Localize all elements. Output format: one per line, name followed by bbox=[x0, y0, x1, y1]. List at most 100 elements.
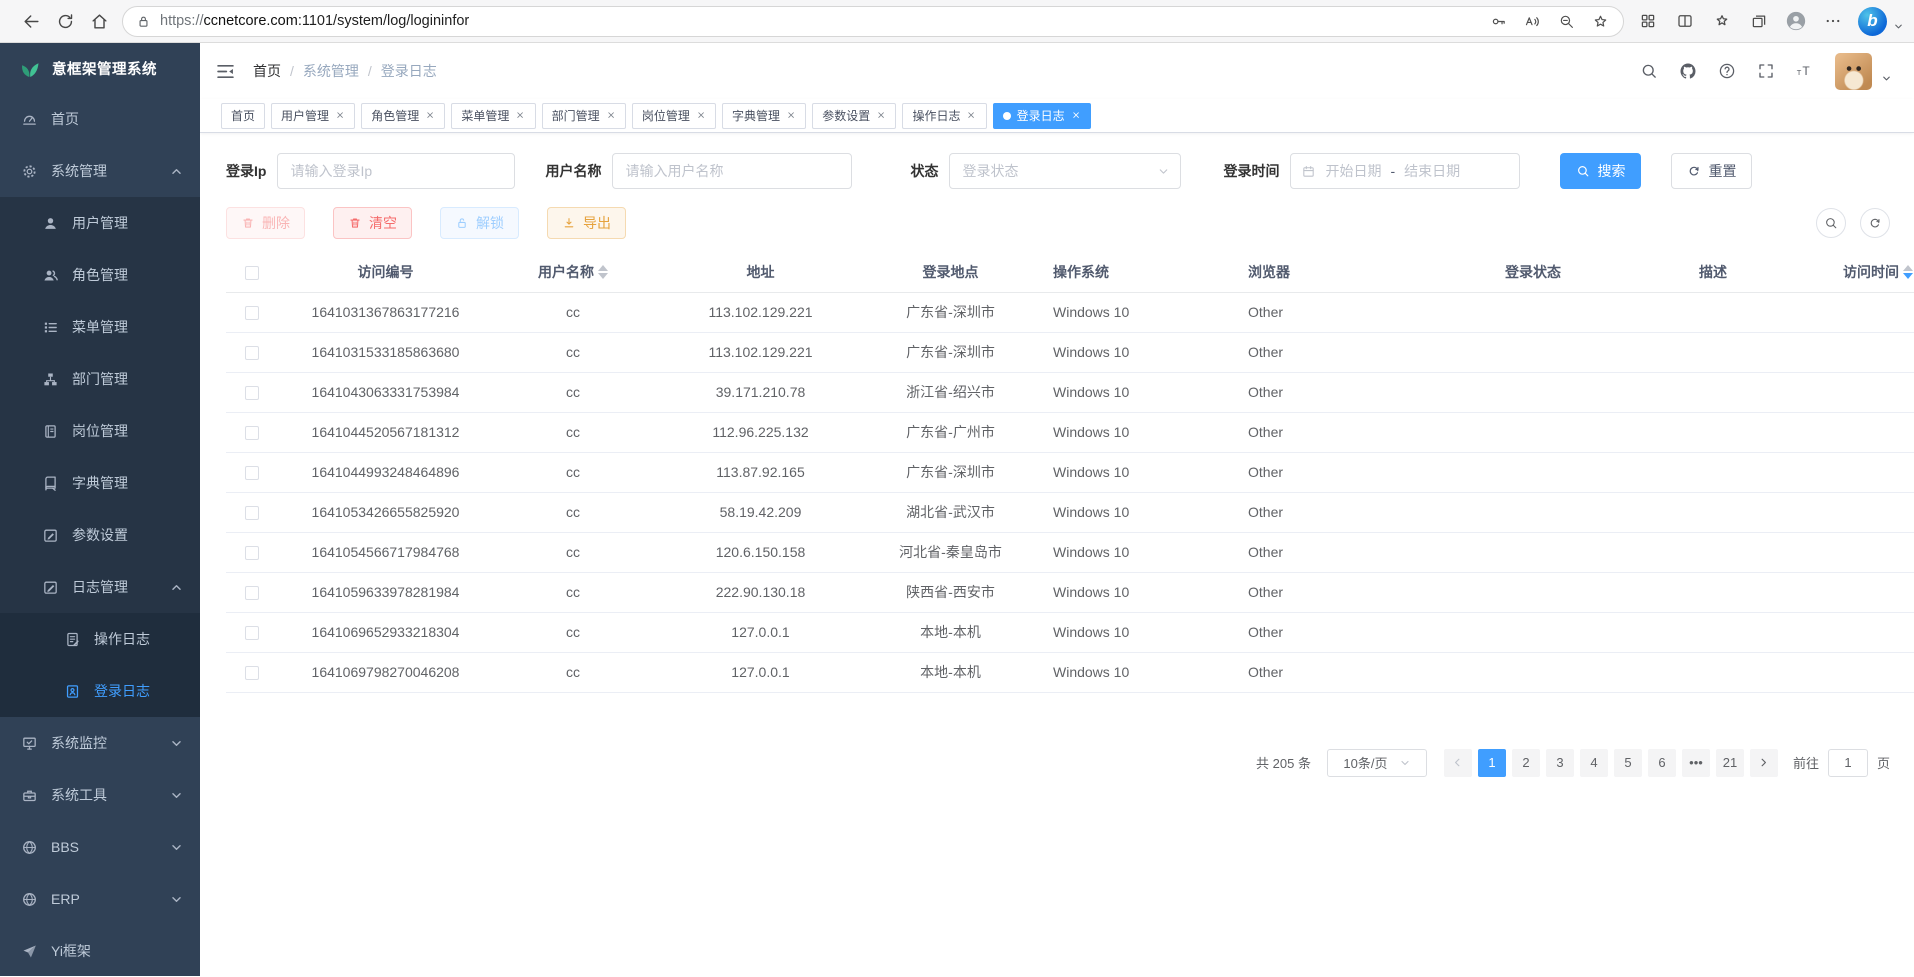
close-icon[interactable] bbox=[335, 110, 345, 120]
tab-1[interactable]: 首页 bbox=[221, 103, 265, 129]
sidebar-item-12[interactable]: 登录日志 bbox=[0, 665, 200, 717]
search-button[interactable]: 搜索 bbox=[1560, 153, 1641, 189]
split-screen-button[interactable] bbox=[1669, 5, 1701, 37]
help-icon[interactable] bbox=[1718, 62, 1736, 80]
sidebar-item-1[interactable]: 首页 bbox=[0, 93, 200, 145]
row-checkbox[interactable] bbox=[245, 306, 259, 320]
row-checkbox[interactable] bbox=[245, 466, 259, 480]
sidebar-item-7[interactable]: 岗位管理 bbox=[0, 405, 200, 457]
address-bar[interactable]: https://ccnetcore.com:1101/system/log/lo… bbox=[122, 6, 1624, 37]
browser-home-button[interactable] bbox=[82, 5, 116, 37]
tab-7[interactable]: 字典管理 bbox=[722, 103, 806, 129]
close-icon[interactable] bbox=[696, 110, 706, 120]
page-size-select[interactable]: 10条/页 bbox=[1327, 749, 1427, 777]
sidebar-item-2[interactable]: 系统管理 bbox=[0, 145, 200, 197]
close-icon[interactable] bbox=[876, 110, 886, 120]
close-icon[interactable] bbox=[515, 110, 525, 120]
passwords-button[interactable] bbox=[1483, 5, 1513, 37]
column-search-icon[interactable] bbox=[1816, 208, 1846, 238]
row-checkbox[interactable] bbox=[245, 346, 259, 360]
user-avatar[interactable] bbox=[1835, 53, 1872, 90]
page-button-2[interactable]: 2 bbox=[1512, 749, 1540, 777]
page-button-21[interactable]: 21 bbox=[1716, 749, 1744, 777]
sidebar-item-16[interactable]: ERP bbox=[0, 873, 200, 925]
row-checkbox[interactable] bbox=[245, 386, 259, 400]
browser-profile-button[interactable] bbox=[1780, 5, 1812, 37]
tab-9[interactable]: 操作日志 bbox=[902, 103, 986, 129]
close-icon[interactable] bbox=[966, 110, 976, 120]
goto-page-input[interactable] bbox=[1828, 749, 1868, 777]
tab-5[interactable]: 部门管理 bbox=[542, 103, 626, 129]
column-header-2[interactable]: 用户名称 bbox=[493, 252, 653, 292]
fullscreen-icon[interactable] bbox=[1757, 62, 1775, 80]
favorite-star-button[interactable] bbox=[1585, 5, 1615, 37]
sidebar-item-9[interactable]: 参数设置 bbox=[0, 509, 200, 561]
clear-button[interactable]: 清空 bbox=[333, 207, 412, 239]
sidebar-item-10[interactable]: 日志管理 bbox=[0, 561, 200, 613]
prev-page-button[interactable] bbox=[1444, 749, 1472, 777]
close-icon[interactable] bbox=[606, 110, 616, 120]
favorites-bar-button[interactable] bbox=[1706, 5, 1738, 37]
column-header-9[interactable]: 访问时间 bbox=[1803, 252, 1914, 292]
collections-button[interactable] bbox=[1743, 5, 1775, 37]
extensions-button[interactable] bbox=[1632, 5, 1664, 37]
sidebar-item-6[interactable]: 部门管理 bbox=[0, 353, 200, 405]
page-button-1[interactable]: 1 bbox=[1478, 749, 1506, 777]
row-checkbox[interactable] bbox=[245, 666, 259, 680]
page-button-5[interactable]: 5 bbox=[1614, 749, 1642, 777]
search-icon[interactable] bbox=[1640, 62, 1658, 80]
page-ellipsis[interactable]: ••• bbox=[1682, 749, 1710, 777]
user-name-input[interactable] bbox=[612, 153, 852, 189]
font-size-icon[interactable]: TT bbox=[1796, 62, 1814, 80]
sort-icon[interactable] bbox=[598, 265, 608, 279]
sidebar-item-8[interactable]: 字典管理 bbox=[0, 457, 200, 509]
next-page-button[interactable] bbox=[1750, 749, 1778, 777]
avatar-caret-icon[interactable] bbox=[1881, 73, 1892, 84]
sidebar-fold-icon[interactable] bbox=[215, 61, 236, 82]
sidebar-item-13[interactable]: 系统监控 bbox=[0, 717, 200, 769]
status-select[interactable]: 登录状态 bbox=[949, 153, 1181, 189]
close-icon[interactable] bbox=[786, 110, 796, 120]
sidebar-item-3[interactable]: 用户管理 bbox=[0, 197, 200, 249]
breadcrumb-section[interactable]: 系统管理 bbox=[303, 61, 359, 81]
sidebar-item-17[interactable]: Yi框架 bbox=[0, 925, 200, 976]
row-checkbox[interactable] bbox=[245, 506, 259, 520]
tab-4[interactable]: 菜单管理 bbox=[451, 103, 535, 129]
login-ip-input[interactable] bbox=[277, 153, 515, 189]
row-checkbox[interactable] bbox=[245, 546, 259, 560]
browser-back-button[interactable] bbox=[14, 5, 48, 37]
browser-more-button[interactable] bbox=[1817, 5, 1849, 37]
page-button-3[interactable]: 3 bbox=[1546, 749, 1574, 777]
tab-10[interactable]: 登录日志 bbox=[993, 103, 1091, 129]
sidebar-item-15[interactable]: BBS bbox=[0, 821, 200, 873]
chevron-down-icon[interactable] bbox=[1893, 21, 1904, 32]
sidebar-item-5[interactable]: 菜单管理 bbox=[0, 301, 200, 353]
read-aloud-button[interactable] bbox=[1517, 5, 1547, 37]
tab-2[interactable]: 用户管理 bbox=[271, 103, 355, 129]
date-range-picker[interactable]: 开始日期 - 结束日期 bbox=[1290, 153, 1520, 189]
bing-sidebar-button[interactable]: b bbox=[1858, 7, 1887, 36]
reset-button[interactable]: 重置 bbox=[1671, 153, 1752, 189]
row-checkbox[interactable] bbox=[245, 586, 259, 600]
breadcrumb-home[interactable]: 首页 bbox=[253, 61, 281, 81]
page-button-6[interactable]: 6 bbox=[1648, 749, 1676, 777]
zoom-out-button[interactable] bbox=[1551, 5, 1581, 37]
close-icon[interactable] bbox=[425, 110, 435, 120]
page-button-4[interactable]: 4 bbox=[1580, 749, 1608, 777]
tab-3[interactable]: 角色管理 bbox=[361, 103, 445, 129]
close-icon[interactable] bbox=[1071, 110, 1081, 120]
sort-icon[interactable] bbox=[1903, 265, 1913, 279]
export-button[interactable]: 导出 bbox=[547, 207, 626, 239]
table-refresh-icon[interactable] bbox=[1860, 208, 1890, 238]
sidebar-item-11[interactable]: 操作日志 bbox=[0, 613, 200, 665]
browser-reload-button[interactable] bbox=[48, 5, 82, 37]
delete-button[interactable]: 删除 bbox=[226, 207, 305, 239]
github-icon[interactable] bbox=[1679, 62, 1697, 80]
tab-6[interactable]: 岗位管理 bbox=[632, 103, 716, 129]
app-logo[interactable]: 意框架管理系统 bbox=[0, 43, 200, 93]
sidebar-item-4[interactable]: 角色管理 bbox=[0, 249, 200, 301]
unlock-button[interactable]: 解锁 bbox=[440, 207, 519, 239]
tab-8[interactable]: 参数设置 bbox=[812, 103, 896, 129]
sidebar-item-14[interactable]: 系统工具 bbox=[0, 769, 200, 821]
select-all-checkbox[interactable] bbox=[245, 266, 259, 280]
